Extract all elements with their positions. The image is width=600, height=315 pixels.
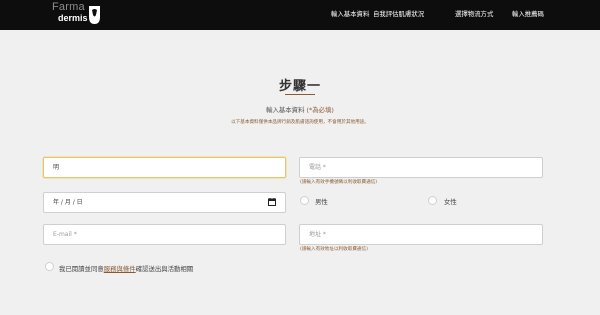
birthdate-field[interactable]: 年 / 月 / 日 <box>43 192 286 213</box>
phone-field[interactable]: 電話 * <box>299 157 543 178</box>
name-field[interactable]: 明 <box>43 157 286 178</box>
calendar-icon[interactable] <box>268 198 276 206</box>
email-field[interactable]: E-mail * <box>43 224 286 245</box>
brand-logo[interactable]: Farma dermis <box>52 2 104 28</box>
nav-item-basic-info[interactable]: 輸入基本資料 <box>331 10 369 19</box>
consent-text: 我已閱讀並同意服務與條件確認送出與活動相關 <box>59 264 193 273</box>
address-helper-text: (請輸入有效地址以利收取費通信) <box>300 247 368 252</box>
gender-female-radio[interactable] <box>428 196 437 205</box>
subtitle-text: 輸入基本資料 <box>266 106 305 114</box>
gender-male-radio[interactable] <box>300 196 309 205</box>
terms-link[interactable]: 服務與條件 <box>104 265 136 273</box>
logo-text-top: Farma <box>52 1 85 13</box>
required-note: (*為必填) <box>306 106 334 114</box>
consent-prefix: 我已閱讀並同意 <box>59 265 104 273</box>
consent-checkbox[interactable] <box>45 262 54 271</box>
page-subtitle: 輸入基本資料 (*為必填) <box>0 105 600 114</box>
consent-suffix: 確認送出與活動相關 <box>135 265 194 273</box>
phone-helper-text: (請輸入有效手機號碼以利收取費通信) <box>300 180 378 185</box>
nav-item-shipping[interactable]: 選擇物流方式 <box>455 10 493 19</box>
page-title: 步驟一 <box>278 79 321 94</box>
gender-male-label[interactable]: 男性 <box>315 197 328 206</box>
nav-item-skin-assessment[interactable]: 自我評估肌膚狀況 <box>373 10 424 19</box>
gender-female-label[interactable]: 女性 <box>444 197 457 206</box>
top-navigation-bar: Farma dermis 輸入基本資料 自我評估肌膚狀況 選擇物流方式 輸入推薦… <box>0 0 600 30</box>
privacy-note: 以下基本資料僅供本品牌行銷及肌膚諮詢使用，不會用於其他用途。 <box>231 120 369 125</box>
title-underline <box>285 94 315 95</box>
logo-emblem-icon <box>89 6 100 24</box>
logo-text-bottom: dermis <box>58 13 88 23</box>
nav-item-referral-code[interactable]: 輸入推薦碼 <box>512 10 544 19</box>
address-field[interactable]: 地址 * <box>299 224 543 245</box>
